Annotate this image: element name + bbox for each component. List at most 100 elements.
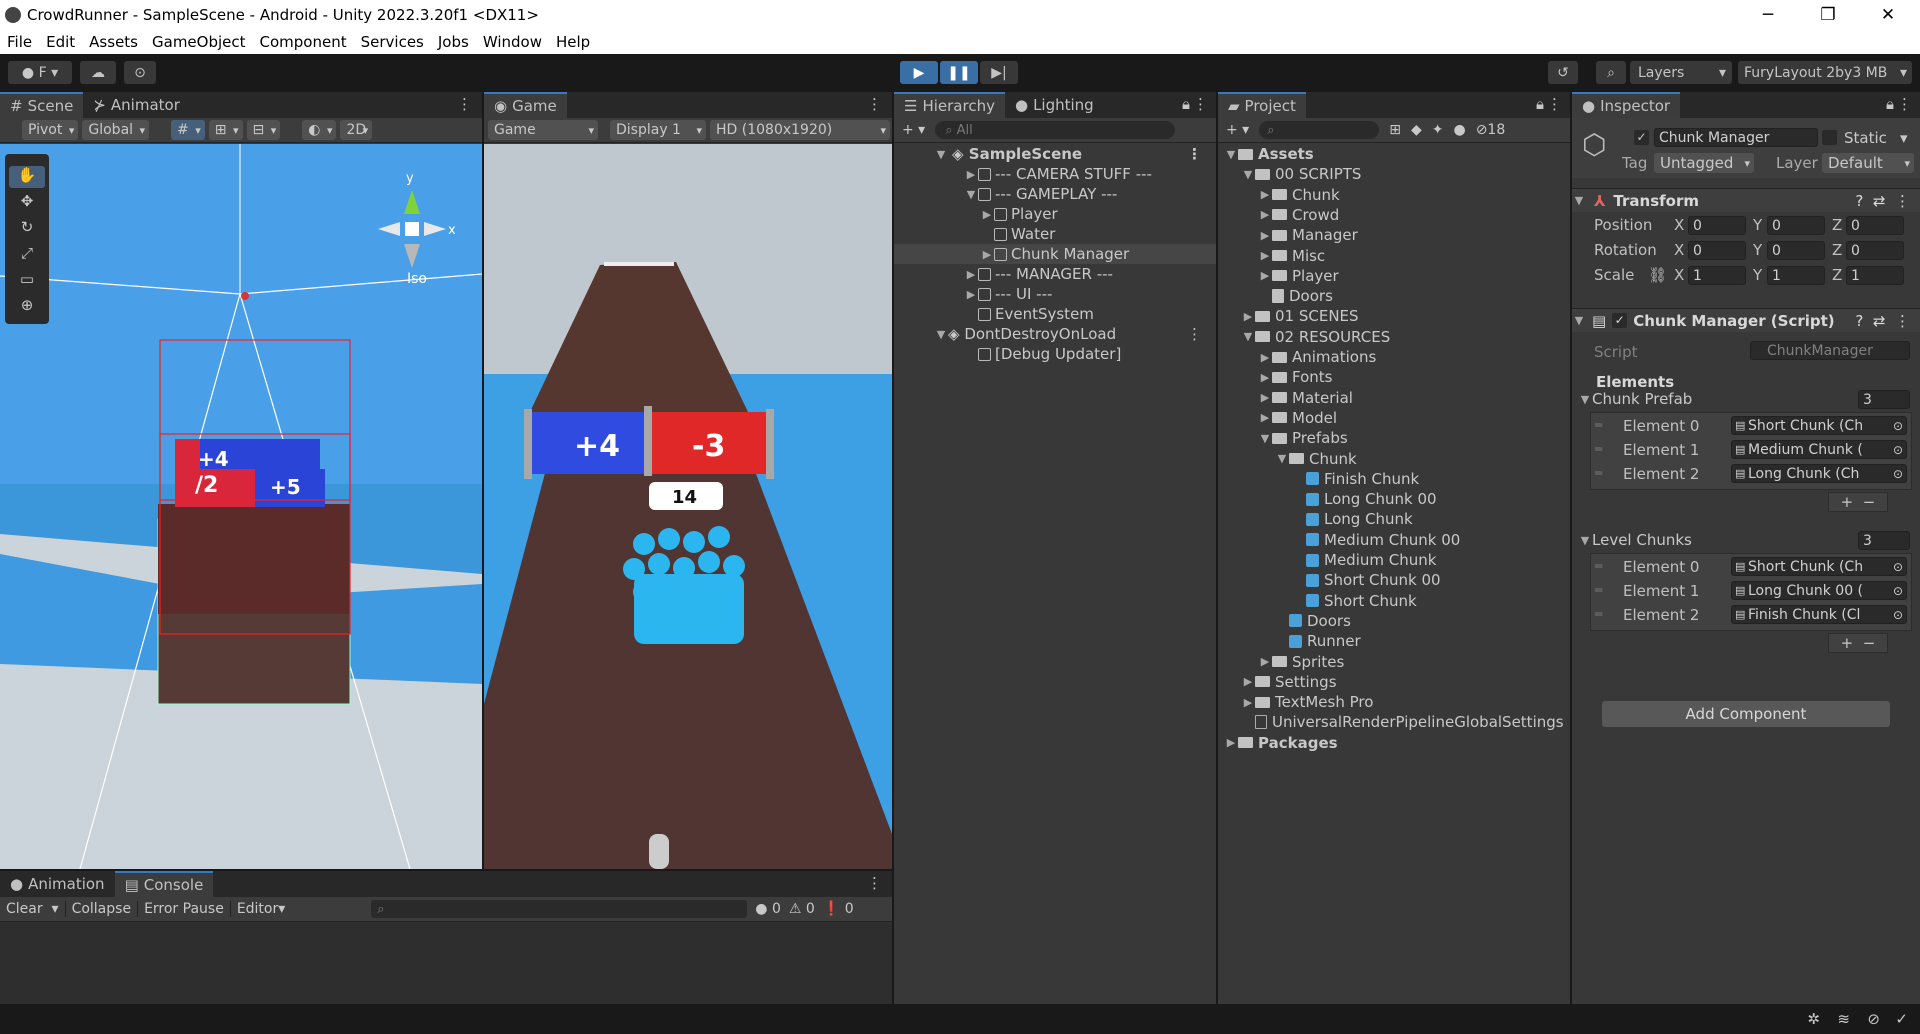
search-by-type-icon[interactable]: ⊞ bbox=[1389, 122, 1401, 138]
display-dropdown[interactable]: Display 1 bbox=[610, 120, 706, 140]
static-dropdown-icon[interactable]: ▾ bbox=[1900, 129, 1908, 147]
element-object-field[interactable]: ▤ Long Chunk 00 (⊙ bbox=[1731, 581, 1907, 600]
lock-icon[interactable]: 🔒︎ bbox=[1886, 95, 1894, 113]
component-menu-icons[interactable]: ? ⇄ ⋮ bbox=[1855, 312, 1910, 330]
object-picker-icon[interactable]: ⊙ bbox=[1892, 559, 1903, 574]
static-checkbox[interactable] bbox=[1822, 130, 1837, 145]
menu-edit[interactable]: Edit bbox=[39, 33, 82, 51]
element-object-field[interactable]: ▤ Short Chunk (Ch ⊙ bbox=[1731, 557, 1907, 576]
hierarchy-item-samplescene[interactable]: ▼ ◈ SampleScene ⋮ bbox=[894, 144, 1216, 164]
menu-gameobject[interactable]: GameObject bbox=[145, 33, 253, 51]
project-item[interactable]: ▼ Chunk bbox=[1275, 449, 1357, 469]
hierarchy-item[interactable]: Water bbox=[980, 224, 1055, 244]
project-item[interactable]: ▶ Material bbox=[1258, 388, 1353, 408]
menu-assets[interactable]: Assets bbox=[82, 33, 145, 51]
bug-icon[interactable]: ✲ bbox=[1807, 1010, 1820, 1028]
tab-inspector[interactable]: ● Inspector bbox=[1572, 92, 1681, 118]
console-search-input[interactable]: ⌕ bbox=[371, 900, 748, 918]
hierarchy-item[interactable]: ▶ Player bbox=[980, 204, 1058, 224]
object-picker-icon[interactable]: ⊙ bbox=[1892, 418, 1903, 433]
warning-filter-icon[interactable]: ● bbox=[1453, 122, 1465, 138]
layer-dropdown[interactable]: Default bbox=[1822, 153, 1914, 173]
cache-icon[interactable]: ≋ bbox=[1837, 1010, 1850, 1028]
hierarchy-menu-icon[interactable]: ⋮ bbox=[1193, 95, 1208, 113]
tab-animation[interactable]: ● Animation bbox=[0, 871, 115, 897]
project-search-input[interactable]: ⌕ bbox=[1259, 121, 1380, 139]
history-button[interactable]: ↺ bbox=[1548, 61, 1578, 84]
project-item[interactable]: Medium Chunk bbox=[1292, 550, 1436, 570]
tab-scene[interactable]: # Scene bbox=[0, 92, 84, 118]
chunk-prefab-size[interactable]: 3 bbox=[1858, 390, 1910, 409]
hierarchy-item[interactable]: [Debug Updater] bbox=[964, 344, 1121, 364]
rotate-tool[interactable]: ↻ bbox=[9, 218, 45, 240]
tab-game[interactable]: ◉ Game bbox=[484, 92, 567, 118]
global-dropdown[interactable]: Global bbox=[82, 120, 150, 140]
component-menu-icons[interactable]: ? ⇄ ⋮ bbox=[1855, 192, 1910, 210]
project-item[interactable]: ▼ 02 RESOURCES bbox=[1241, 327, 1390, 347]
constrain-proportions-icon[interactable]: ⛓ bbox=[1648, 266, 1667, 284]
collapse-button[interactable]: Collapse bbox=[64, 901, 138, 917]
rotation-y-field[interactable]: 0 bbox=[1767, 241, 1825, 260]
drag-handle-icon[interactable]: ═ bbox=[1595, 442, 1602, 456]
project-item[interactable]: Medium Chunk 00 bbox=[1292, 530, 1460, 550]
scene-menu-icon[interactable]: ⋮ bbox=[457, 95, 472, 113]
object-picker-icon[interactable]: ⊙ bbox=[1892, 466, 1903, 481]
rotation-z-field[interactable]: 0 bbox=[1846, 241, 1904, 260]
project-item[interactable]: Long Chunk bbox=[1292, 509, 1413, 529]
project-item[interactable]: ▶ TextMesh Pro bbox=[1241, 692, 1374, 712]
tab-project[interactable]: ▰ Project bbox=[1218, 92, 1306, 118]
search-button[interactable]: ⌕ bbox=[1596, 61, 1626, 84]
favorites-icon[interactable]: ✦ bbox=[1432, 122, 1444, 138]
project-item[interactable]: ▶ Manager bbox=[1258, 225, 1358, 245]
add-component-button[interactable]: Add Component bbox=[1602, 701, 1890, 727]
transform-header[interactable]: ▼ ⅄ Transform ? ⇄ ⋮ bbox=[1572, 188, 1920, 212]
tab-lighting[interactable]: ● Lighting bbox=[1005, 92, 1104, 118]
project-item[interactable]: Short Chunk bbox=[1292, 591, 1417, 611]
tab-animator[interactable]: ⊁ Animator bbox=[83, 92, 190, 118]
error-pause-button[interactable]: Error Pause bbox=[137, 901, 230, 917]
editor-dropdown[interactable]: Editor▾ bbox=[229, 901, 291, 917]
position-x-field[interactable]: 0 bbox=[1688, 216, 1746, 235]
play-button[interactable]: ▶ bbox=[900, 61, 938, 84]
project-item[interactable]: Doors bbox=[1275, 611, 1351, 631]
menu-window[interactable]: Window bbox=[476, 33, 549, 51]
project-item[interactable]: ▼ 00 SCRIPTS bbox=[1241, 164, 1362, 184]
menu-help[interactable]: Help bbox=[549, 33, 597, 51]
level-chunks-size[interactable]: 3 bbox=[1858, 531, 1910, 550]
project-item[interactable]: ▶ Model bbox=[1258, 408, 1337, 428]
hierarchy-item-dontdestroyonload[interactable]: ▼ ◈ DontDestroyOnLoad ⋮ bbox=[894, 324, 1216, 344]
project-item[interactable]: ▶ Sprites bbox=[1258, 652, 1345, 672]
warning-toggle[interactable]: ⚠ 0 bbox=[789, 901, 815, 917]
layout-dropdown[interactable]: FuryLayout 2by3 MB ▾ bbox=[1738, 61, 1912, 84]
hierarchy-item[interactable]: EventSystem bbox=[964, 304, 1094, 324]
hand-tool[interactable]: ✋ bbox=[9, 166, 45, 188]
hierarchy-item[interactable]: ▶ --- UI --- bbox=[964, 284, 1053, 304]
project-item[interactable]: ▶ Packages bbox=[1224, 733, 1338, 753]
project-item[interactable]: ▶ 01 SCENES bbox=[1241, 306, 1359, 326]
project-menu-icon[interactable]: ⋮ bbox=[1547, 95, 1562, 113]
grid-snap-dropdown[interactable]: # bbox=[171, 120, 205, 140]
scale-z-field[interactable]: 1 bbox=[1846, 266, 1904, 285]
increment-snap-dropdown[interactable]: ⊞ bbox=[208, 120, 243, 140]
minimize-button[interactable]: ─ bbox=[1744, 0, 1792, 29]
scene-menu-icon[interactable]: ⋮ bbox=[1187, 145, 1202, 163]
tab-hierarchy[interactable]: ☰ Hierarchy bbox=[894, 92, 1005, 118]
scale-tool[interactable]: ⤢ bbox=[9, 244, 45, 266]
hierarchy-item[interactable]: ▶ --- CAMERA STUFF --- bbox=[964, 164, 1152, 184]
scale-y-field[interactable]: 1 bbox=[1767, 266, 1825, 285]
project-item[interactable]: ▶ Misc bbox=[1258, 246, 1325, 266]
drag-handle-icon[interactable]: ═ bbox=[1595, 418, 1602, 432]
menu-services[interactable]: Services bbox=[354, 33, 431, 51]
script-enabled-checkbox[interactable]: ✓ bbox=[1612, 313, 1628, 328]
scale-x-field[interactable]: 1 bbox=[1688, 266, 1746, 285]
drag-handle-icon[interactable]: ═ bbox=[1595, 583, 1602, 597]
menu-component[interactable]: Component bbox=[253, 33, 354, 51]
project-item[interactable]: ▼ Prefabs bbox=[1258, 428, 1348, 448]
script-component-header[interactable]: ▼ ▤ ✓ Chunk Manager (Script) ? ⇄ ⋮ bbox=[1572, 308, 1920, 332]
align-dropdown[interactable]: ⊟ bbox=[246, 120, 281, 140]
resolution-dropdown[interactable]: HD (1080x1920) bbox=[710, 120, 890, 140]
move-tool[interactable]: ✥ bbox=[9, 192, 45, 214]
project-item[interactable]: Short Chunk 00 bbox=[1292, 570, 1441, 590]
error-toggle[interactable]: ❗ 0 bbox=[823, 901, 854, 917]
position-y-field[interactable]: 0 bbox=[1767, 216, 1825, 235]
